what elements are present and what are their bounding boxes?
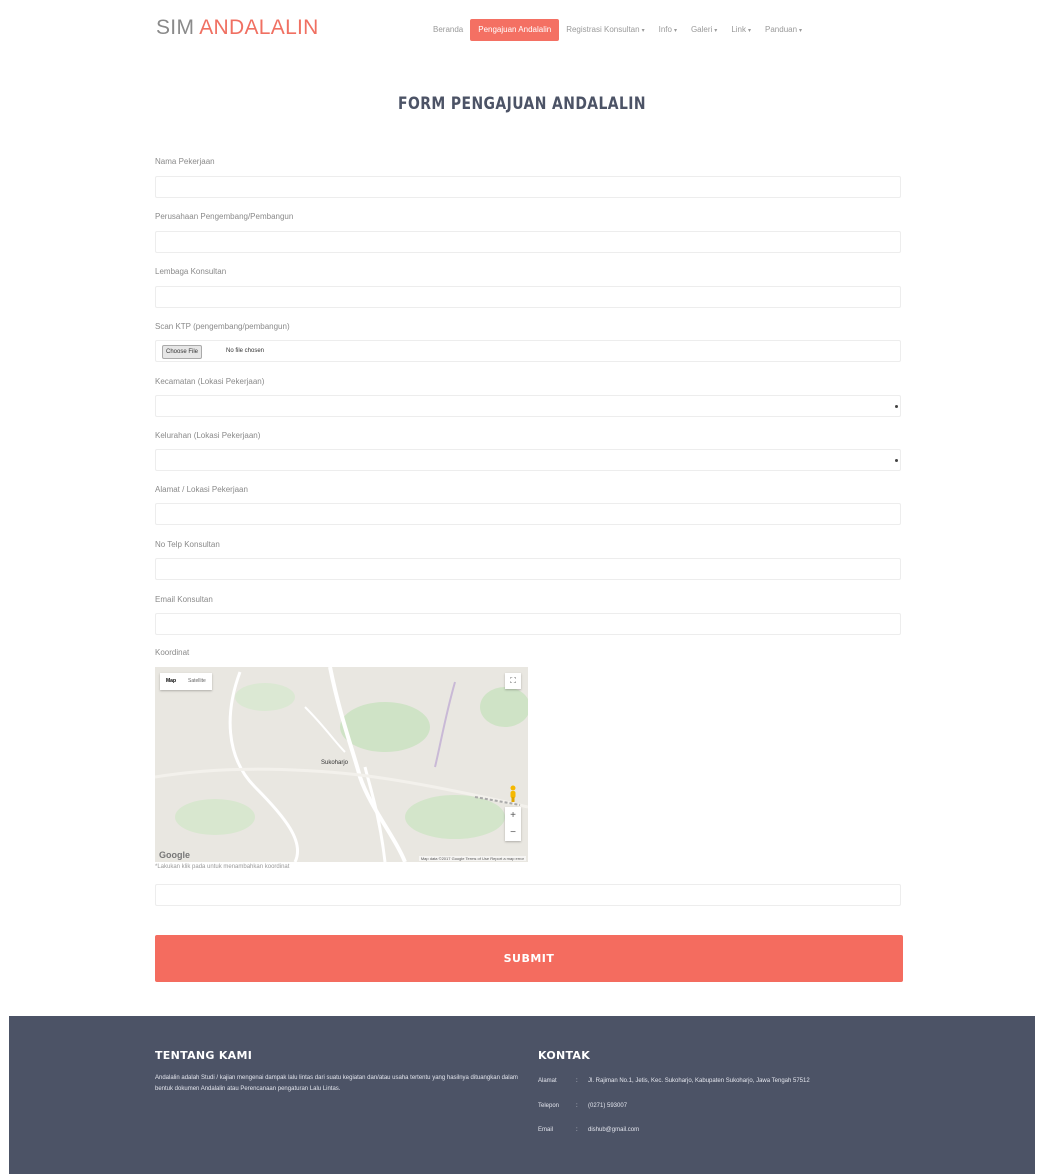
map-picker[interactable]: Map Satellite ⛶ Sukoharjo + − Google Map… [155, 667, 528, 862]
chevron-down-icon: ▾ [748, 28, 752, 34]
contact-key: Alamat [538, 1078, 557, 1084]
logo-part-1: SIM [156, 16, 195, 39]
perusahaan-input[interactable] [155, 231, 901, 253]
nav-link[interactable]: Link ▾ [724, 19, 758, 41]
footer: TENTANG KAMI Andalalin adalah Studi / ka… [9, 1016, 1035, 1174]
nav-label: Pengajuan Andalalin [478, 25, 552, 34]
nav-label: Beranda [433, 25, 464, 34]
nav-beranda[interactable]: Beranda [426, 19, 470, 41]
kelurahan-select[interactable] [155, 449, 901, 471]
chevron-down-icon: ▾ [641, 28, 645, 34]
contact-key: Telepon [538, 1103, 560, 1109]
scan-ktp-file-input: Choose File No file chosen [155, 340, 901, 362]
map-type-toggle: Map Satellite [160, 673, 212, 690]
field-label-nama-pekerjaan: Nama Pekerjaan [155, 157, 215, 166]
zoom-in-button[interactable]: + [505, 807, 521, 824]
map-attribution[interactable]: Map data ©2017 Google Terms of Use Repor… [418, 856, 526, 861]
contact-email: Email: dishub@gmail.com [538, 1127, 639, 1133]
map-zoom-control: + − [505, 807, 521, 841]
field-label-perusahaan: Perusahaan Pengembang/Pembangun [155, 212, 294, 221]
pegman-icon[interactable] [508, 785, 518, 803]
nav-info[interactable]: Info ▾ [652, 19, 684, 41]
field-label-telp: No Telp Konsultan [155, 540, 220, 549]
contact-address: Alamat: Jl. Rajiman No.1, Jetis, Kec. Suk… [538, 1078, 810, 1084]
contact-value[interactable]: dishub@gmail.com [588, 1127, 639, 1133]
nav-pengajuan-andalalin[interactable]: Pengajuan Andalalin [470, 19, 560, 41]
file-status: No file chosen [226, 348, 265, 354]
fullscreen-icon[interactable]: ⛶ [505, 673, 521, 689]
nav-panduan[interactable]: Panduan ▾ [758, 19, 809, 41]
top-header: SIM ANDALALIN Beranda Pengajuan Andalali… [0, 0, 1044, 64]
contact-value: Jl. Rajiman No.1, Jetis, Kec. Sukoharjo,… [588, 1078, 810, 1084]
nav-label: Link [731, 25, 746, 34]
nav-label: Galeri [690, 25, 713, 34]
field-label-alamat: Alamat / Lokasi Pekerjaan [155, 485, 248, 494]
field-label-kecamatan: Kecamatan (Lokasi Pekerjaan) [155, 377, 265, 386]
contact-sep: : [576, 1127, 578, 1133]
zoom-out-button[interactable]: − [505, 824, 521, 841]
page-title: FORM PENGAJUAN ANDALALIN [398, 94, 646, 114]
field-label-scan-ktp: Scan KTP (pengembang/pembangun) [155, 322, 290, 331]
field-label-lembaga-konsultan: Lembaga Konsultan [155, 267, 227, 276]
field-label-koordinat: Koordinat [155, 648, 190, 657]
chevron-down-icon: ▾ [673, 28, 677, 34]
map-type-map[interactable]: Map [160, 673, 182, 690]
contact-sep: : [576, 1078, 578, 1084]
nav-label: Panduan [765, 25, 798, 34]
chevron-down-icon: ▾ [714, 28, 718, 34]
google-logo: Google [159, 850, 190, 860]
field-label-kelurahan: Kelurahan (Lokasi Pekerjaan) [155, 431, 261, 440]
contact-phone: Telepon: (0271) 593007 [538, 1103, 627, 1109]
site-logo[interactable]: SIM ANDALALIN [156, 16, 319, 40]
alamat-input[interactable] [155, 503, 901, 525]
kecamatan-select[interactable] [155, 395, 901, 417]
email-konsultan-input[interactable] [155, 613, 901, 635]
contact-key: Email [538, 1127, 554, 1133]
contact-sep: : [576, 1103, 578, 1109]
about-text: Andalalin adalah Studi / kajian mengenai… [155, 1075, 518, 1092]
nama-pekerjaan-input[interactable] [155, 176, 901, 198]
chevron-down-icon: ▾ [799, 28, 803, 34]
choose-file-button[interactable]: Choose File [162, 345, 203, 359]
logo-part-2: ANDALALIN [199, 16, 319, 39]
telp-konsultan-input[interactable] [155, 558, 901, 580]
field-label-email: Email Konsultan [155, 595, 213, 604]
koordinat-input[interactable] [155, 884, 901, 906]
nav-registrasi-konsultan[interactable]: Registrasi Konsultan ▾ [559, 19, 651, 41]
nav-label: Info [658, 25, 672, 34]
lembaga-konsultan-input[interactable] [155, 286, 901, 308]
about-title: TENTANG KAMI [155, 1049, 253, 1062]
nav-galeri[interactable]: Galeri ▾ [684, 19, 724, 41]
main-nav: Beranda Pengajuan Andalalin Registrasi K… [426, 19, 809, 41]
map-city-label: Sukoharjo [321, 760, 349, 766]
map-hint: *Lakukan klik pada untuk menambahkan koo… [155, 864, 290, 870]
nav-label: Registrasi Konsultan [566, 25, 640, 34]
map-type-satellite[interactable]: Satellite [182, 673, 212, 690]
submit-button[interactable]: SUBMIT [155, 935, 903, 982]
contact-value: (0271) 593007 [588, 1103, 628, 1109]
contact-title: KONTAK [538, 1049, 591, 1062]
